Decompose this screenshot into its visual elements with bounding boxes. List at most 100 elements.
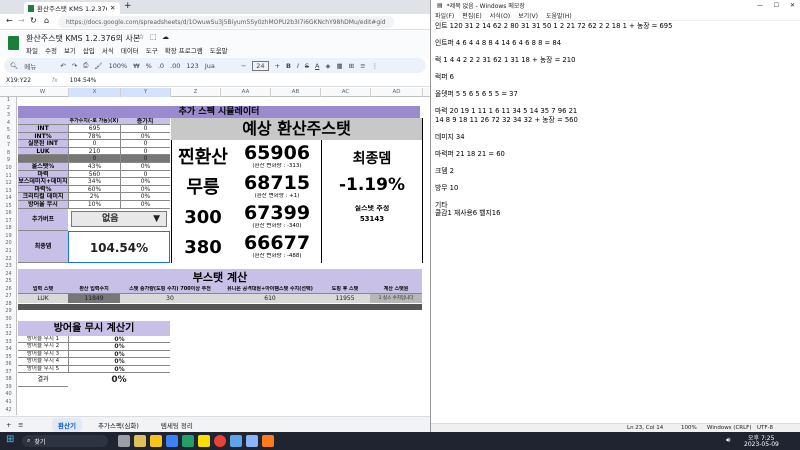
row-number[interactable]: 36 <box>0 361 17 369</box>
armor-row-value[interactable]: 0% <box>68 336 170 344</box>
increase-decimal-button[interactable]: .00 <box>170 62 180 70</box>
row-number[interactable]: 38 <box>0 376 17 384</box>
sim-row-input[interactable]: 2% <box>68 193 120 201</box>
row-number[interactable]: 29 <box>0 308 17 316</box>
col-w[interactable]: W <box>17 88 69 97</box>
app-icon[interactable] <box>262 435 274 447</box>
col-ac[interactable]: AC <box>321 88 371 97</box>
currency-button[interactable]: ₩ <box>133 62 139 70</box>
menu-insert[interactable]: 삽입 <box>83 45 95 55</box>
app-icon[interactable] <box>134 435 146 447</box>
row-number[interactable]: 28 <box>0 301 17 309</box>
row-number[interactable]: 20 <box>0 240 17 248</box>
menu-edit[interactable]: 수정 <box>45 45 57 55</box>
sim-row-input[interactable]: 34% <box>68 178 120 186</box>
zoom-select[interactable]: 100% <box>109 62 128 70</box>
italic-icon[interactable]: I <box>297 62 299 70</box>
row-number[interactable]: 4 <box>0 120 17 128</box>
boost-cell[interactable]: 11849 <box>68 294 120 303</box>
decrease-decimal-button[interactable]: .0 <box>158 62 164 70</box>
sheet-tab-3[interactable]: 템세팅 정리 <box>155 418 199 432</box>
row-number[interactable]: 2 <box>0 105 17 113</box>
row-number[interactable]: 17 <box>0 218 17 226</box>
font-size-minus[interactable]: − <box>241 62 246 70</box>
row-number[interactable]: 37 <box>0 369 17 377</box>
row-number[interactable]: 34 <box>0 346 17 354</box>
notepad-taskbar-icon[interactable] <box>246 435 258 447</box>
all-sheets-icon[interactable]: ≡ <box>18 421 23 429</box>
bold-icon[interactable]: B <box>286 62 291 70</box>
row-number[interactable]: 26 <box>0 286 17 294</box>
sim-row-input[interactable]: 0 <box>68 140 120 148</box>
text-color-icon[interactable]: A <box>315 62 319 70</box>
row-number[interactable]: 10 <box>0 165 17 173</box>
undo-icon[interactable]: ↶ <box>60 62 65 70</box>
menu-extensions[interactable]: 확장 프로그램 <box>165 45 203 55</box>
armor-row-value[interactable]: 0% <box>68 358 170 366</box>
row-number[interactable]: 27 <box>0 293 17 301</box>
sim-row-input[interactable]: 60% <box>68 185 120 194</box>
col-z[interactable]: Z <box>171 88 221 97</box>
sheet-grid[interactable]: 추가 스펙 시뮬레이터 추가수치(-로 가능)(X) 증가치 INT 695 0 IN… <box>17 97 430 415</box>
sheet-tab-2[interactable]: 추가스펙(심화) <box>92 418 145 432</box>
strikethrough-icon[interactable]: S <box>305 62 309 70</box>
close-tab-icon[interactable]: ✕ <box>110 4 115 12</box>
row-number[interactable]: 1 <box>0 97 17 105</box>
merge-icon[interactable]: ⊞ <box>349 62 354 70</box>
sim-row-input[interactable]: 0 <box>68 155 120 163</box>
boost-cell[interactable]: 30 <box>120 294 220 303</box>
buff-dropdown[interactable]: 없음 ▼ <box>71 211 167 227</box>
search-menu-icon[interactable]: 🔍︎ <box>10 62 18 70</box>
row-number[interactable]: 41 <box>0 399 17 407</box>
notepad-text-area[interactable]: 인트 120 31 2 14 62 2 80 31 31 50 1 2 21 7… <box>435 22 795 418</box>
row-number[interactable]: 11 <box>0 173 17 181</box>
row-number[interactable]: 3 <box>0 112 17 120</box>
maximize-icon[interactable]: ☐ <box>774 2 779 9</box>
sheet-tab-1[interactable]: 환산기 <box>52 417 82 432</box>
chrome-icon[interactable] <box>214 435 226 447</box>
paint-format-icon[interactable]: 🖌︎ <box>94 62 102 70</box>
font-size-field[interactable]: 24 <box>252 60 269 71</box>
row-number[interactable]: 18 <box>0 225 17 233</box>
menu-format[interactable]: 서식 <box>102 45 114 55</box>
more-icon[interactable]: ⋮ <box>372 62 379 70</box>
redo-icon[interactable]: ↷ <box>72 62 77 70</box>
url-field[interactable]: https://docs.google.com/spreadsheets/d/1… <box>58 16 394 28</box>
col-y[interactable]: Y <box>121 88 171 97</box>
name-box[interactable]: X19:Y22 <box>6 77 40 84</box>
col-ab[interactable]: AB <box>271 88 321 97</box>
sim-row-input[interactable]: 210 <box>68 147 120 156</box>
row-number[interactable]: 13 <box>0 188 17 196</box>
row-number[interactable]: 15 <box>0 203 17 211</box>
row-number[interactable]: 25 <box>0 278 17 286</box>
row-number[interactable]: 6 <box>0 135 17 143</box>
back-icon[interactable]: ← <box>6 16 13 25</box>
align-icon[interactable]: ≡ <box>360 62 365 70</box>
armor-row-value[interactable]: 0% <box>68 365 170 373</box>
sim-row-input[interactable]: 695 <box>68 125 120 133</box>
new-tab-icon[interactable]: + <box>124 1 132 11</box>
clock-date[interactable]: 2023-05-09 <box>744 441 779 448</box>
app-icon[interactable] <box>166 435 178 447</box>
row-number[interactable]: 19 <box>0 233 17 241</box>
task-view-icon[interactable] <box>118 435 130 447</box>
menu-data[interactable]: 데이터 <box>121 45 139 55</box>
cloud-status-icon[interactable]: ☁ <box>162 33 169 41</box>
final-value[interactable]: 104.54% <box>68 231 170 263</box>
row-number[interactable]: 39 <box>0 384 17 392</box>
minimize-icon[interactable]: — <box>757 2 763 9</box>
menu-help[interactable]: 도움말 <box>210 45 228 55</box>
row-number[interactable]: 16 <box>0 210 17 218</box>
row-number[interactable]: 24 <box>0 271 17 279</box>
file-explorer-icon[interactable] <box>150 435 162 447</box>
row-number[interactable]: 32 <box>0 331 17 339</box>
sim-row-input[interactable]: 78% <box>68 132 120 141</box>
star-icon[interactable]: ☆ <box>138 33 144 41</box>
search-menus[interactable]: 메뉴 <box>24 61 54 71</box>
row-number[interactable]: 21 <box>0 248 17 256</box>
number-format-button[interactable]: 123 <box>186 62 198 70</box>
menu-file[interactable]: 파일 <box>26 45 38 55</box>
row-number[interactable]: 33 <box>0 339 17 347</box>
row-number[interactable]: 14 <box>0 195 17 203</box>
np-menu-file[interactable]: 파일(F) <box>435 11 454 20</box>
